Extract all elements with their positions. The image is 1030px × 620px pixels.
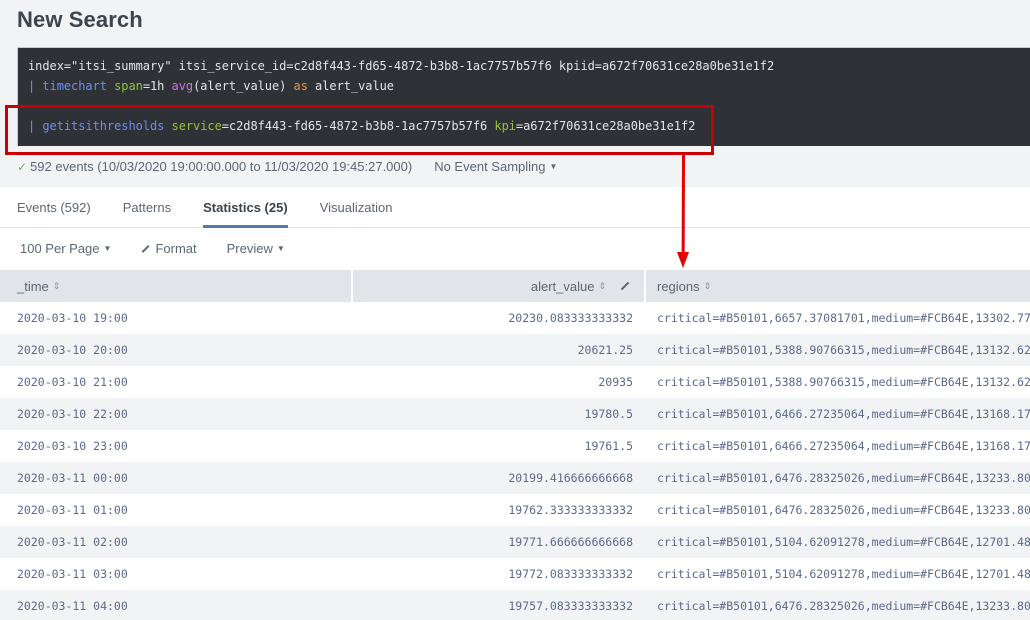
table-row: 2020-03-10 19:00 20230.083333333332 critic… <box>0 302 1030 334</box>
cell-time[interactable]: 2020-03-10 20:00 <box>0 343 353 357</box>
cell-regions[interactable]: critical=#B50101,5104.62091278,medium=#F… <box>646 535 1030 549</box>
cell-time[interactable]: 2020-03-10 22:00 <box>0 407 353 421</box>
tab-patterns[interactable]: Patterns <box>123 187 171 228</box>
cell-alert-value[interactable]: 19757.083333333332 <box>353 599 646 613</box>
results-toolbar: 100 Per Page ▼ Format Preview ▼ <box>20 241 315 256</box>
page-title: New Search <box>17 7 143 32</box>
pipe: | <box>28 119 43 133</box>
table-row: 2020-03-11 04:00 19757.083333333332 critic… <box>0 590 1030 620</box>
cell-alert-value[interactable]: 19771.666666666668 <box>353 535 646 549</box>
search-query-editor[interactable]: index="itsi_summary" itsi_service_id=c2d… <box>17 47 1030 146</box>
column-header-regions[interactable]: regions ⇕ <box>646 270 1030 302</box>
search-status-bar: ✓ 592 events (10/03/2020 19:00:00.000 to… <box>17 159 557 174</box>
cell-regions[interactable]: critical=#B50101,6466.27235064,medium=#F… <box>646 407 1030 421</box>
cell-regions[interactable]: critical=#B50101,6657.37081701,medium=#F… <box>646 311 1030 325</box>
cell-alert-value[interactable]: 19780.5 <box>353 407 646 421</box>
event-sampling-dropdown[interactable]: No Event Sampling ▼ <box>434 159 557 174</box>
cell-alert-value[interactable]: 19762.333333333332 <box>353 503 646 517</box>
cell-time[interactable]: 2020-03-10 19:00 <box>0 311 353 325</box>
column-header-alert-value[interactable]: alert_value ⇕ <box>353 270 646 302</box>
cell-alert-value[interactable]: 20935 <box>353 375 646 389</box>
format-button[interactable]: Format <box>141 241 197 256</box>
cell-regions[interactable]: critical=#B50101,6476.28325026,medium=#F… <box>646 503 1030 517</box>
cell-regions[interactable]: critical=#B50101,6476.28325026,medium=#F… <box>646 599 1030 613</box>
edit-format-icon[interactable] <box>620 281 630 291</box>
format-label: Format <box>155 241 197 256</box>
cell-time[interactable]: 2020-03-10 21:00 <box>0 375 353 389</box>
search-line-2: | timechart span=1h avg(alert_value) as … <box>28 79 394 93</box>
table-row: 2020-03-11 00:00 20199.416666666668 critic… <box>0 462 1030 494</box>
cell-time[interactable]: 2020-03-11 01:00 <box>0 503 353 517</box>
cell-time[interactable]: 2020-03-11 04:00 <box>0 599 353 613</box>
table-header: _time ⇕ alert_value ⇕ regions ⇕ <box>0 270 1030 302</box>
column-header-time[interactable]: _time ⇕ <box>0 270 353 302</box>
caret-down-icon: ▼ <box>103 244 112 253</box>
arg-service: service <box>171 119 222 133</box>
function-avg: avg <box>171 79 194 93</box>
arg-span-value: =1h <box>142 79 172 93</box>
sort-icon[interactable]: ⇕ <box>53 281 61 291</box>
column-label: alert_value <box>530 278 595 294</box>
cell-alert-value[interactable]: 20199.416666666668 <box>353 471 646 485</box>
pencil-icon <box>142 244 150 253</box>
cell-time[interactable]: 2020-03-11 02:00 <box>0 535 353 549</box>
cell-alert-value[interactable]: 19772.083333333332 <box>353 567 646 581</box>
command-getitsithresholds: getitsithresholds <box>42 119 165 133</box>
arg-span: span <box>114 79 143 93</box>
cell-alert-value[interactable]: 19761.5 <box>353 439 646 453</box>
check-icon: ✓ <box>17 159 28 174</box>
search-line-3: | getitsithresholds service=c2d8f443-fd6… <box>28 119 695 133</box>
event-sampling-label: No Event Sampling <box>434 159 546 174</box>
column-label: regions <box>657 278 700 294</box>
search-line-1: index="itsi_summary" itsi_service_id=c2d… <box>28 59 775 73</box>
table-row: 2020-03-10 22:00 19780.5 critical=#B50101,… <box>0 398 1030 430</box>
cell-alert-value[interactable]: 20621.25 <box>353 343 646 357</box>
table-body: 2020-03-10 19:00 20230.083333333332 critic… <box>0 302 1030 620</box>
cell-time[interactable]: 2020-03-11 00:00 <box>0 471 353 485</box>
cell-regions[interactable]: critical=#B50101,6466.27235064,medium=#F… <box>646 439 1030 453</box>
results-tabs: Events (592) Patterns Statistics (25) Vi… <box>0 187 1030 228</box>
preview-label: Preview <box>226 241 273 256</box>
pipe: | <box>28 79 43 93</box>
table-row: 2020-03-10 21:00 20935 critical=#B50101,53… <box>0 366 1030 398</box>
caret-down-icon: ▼ <box>276 244 285 253</box>
sort-icon[interactable]: ⇕ <box>598 281 606 291</box>
arg-kpi: kpi <box>494 119 516 133</box>
cell-time[interactable]: 2020-03-11 03:00 <box>0 567 353 581</box>
event-count-text: 592 events (10/03/2020 19:00:00.000 to 1… <box>30 159 413 174</box>
cell-regions[interactable]: critical=#B50101,5388.90766315,medium=#F… <box>646 343 1030 357</box>
cell-regions[interactable]: critical=#B50101,6476.28325026,medium=#F… <box>646 471 1030 485</box>
per-page-label: 100 Per Page <box>20 241 100 256</box>
results-panel: Events (592) Patterns Statistics (25) Vi… <box>0 187 1030 620</box>
table-row: 2020-03-10 20:00 20621.25 critical=#B50101… <box>0 334 1030 366</box>
statistics-table: _time ⇕ alert_value ⇕ regions ⇕ 2020-03-… <box>0 270 1030 620</box>
keyword-as: as <box>293 79 308 93</box>
tab-statistics[interactable]: Statistics (25) <box>203 187 288 228</box>
table-row: 2020-03-11 01:00 19762.333333333332 critic… <box>0 494 1030 526</box>
tab-visualization[interactable]: Visualization <box>320 187 393 228</box>
arg-kpi-value: =a672f70631ce28a0be31e1f2 <box>515 119 696 133</box>
alias: alert_value <box>307 79 394 93</box>
cell-alert-value[interactable]: 20230.083333333332 <box>353 311 646 325</box>
cell-regions[interactable]: critical=#B50101,5104.62091278,medium=#F… <box>646 567 1030 581</box>
per-page-dropdown[interactable]: 100 Per Page ▼ <box>20 241 111 256</box>
command-timechart: timechart <box>42 79 107 93</box>
table-row: 2020-03-11 03:00 19772.083333333332 critic… <box>0 558 1030 590</box>
cell-time[interactable]: 2020-03-10 23:00 <box>0 439 353 453</box>
annotation-arrow-head <box>677 252 689 268</box>
table-row: 2020-03-11 02:00 19771.666666666668 critic… <box>0 526 1030 558</box>
cell-regions[interactable]: critical=#B50101,5388.90766315,medium=#F… <box>646 375 1030 389</box>
tab-events[interactable]: Events (592) <box>17 187 91 228</box>
caret-down-icon: ▼ <box>549 162 558 171</box>
annotation-arrow-shaft <box>681 154 685 258</box>
function-args: (alert_value) <box>193 79 294 93</box>
table-row: 2020-03-10 23:00 19761.5 critical=#B50101,… <box>0 430 1030 462</box>
arg-service-value: =c2d8f443-fd65-4872-b3b8-1ac7757b57f6 <box>221 119 495 133</box>
sort-icon[interactable]: ⇕ <box>704 281 712 291</box>
column-label: _time <box>17 278 49 294</box>
preview-dropdown[interactable]: Preview ▼ <box>227 241 285 256</box>
